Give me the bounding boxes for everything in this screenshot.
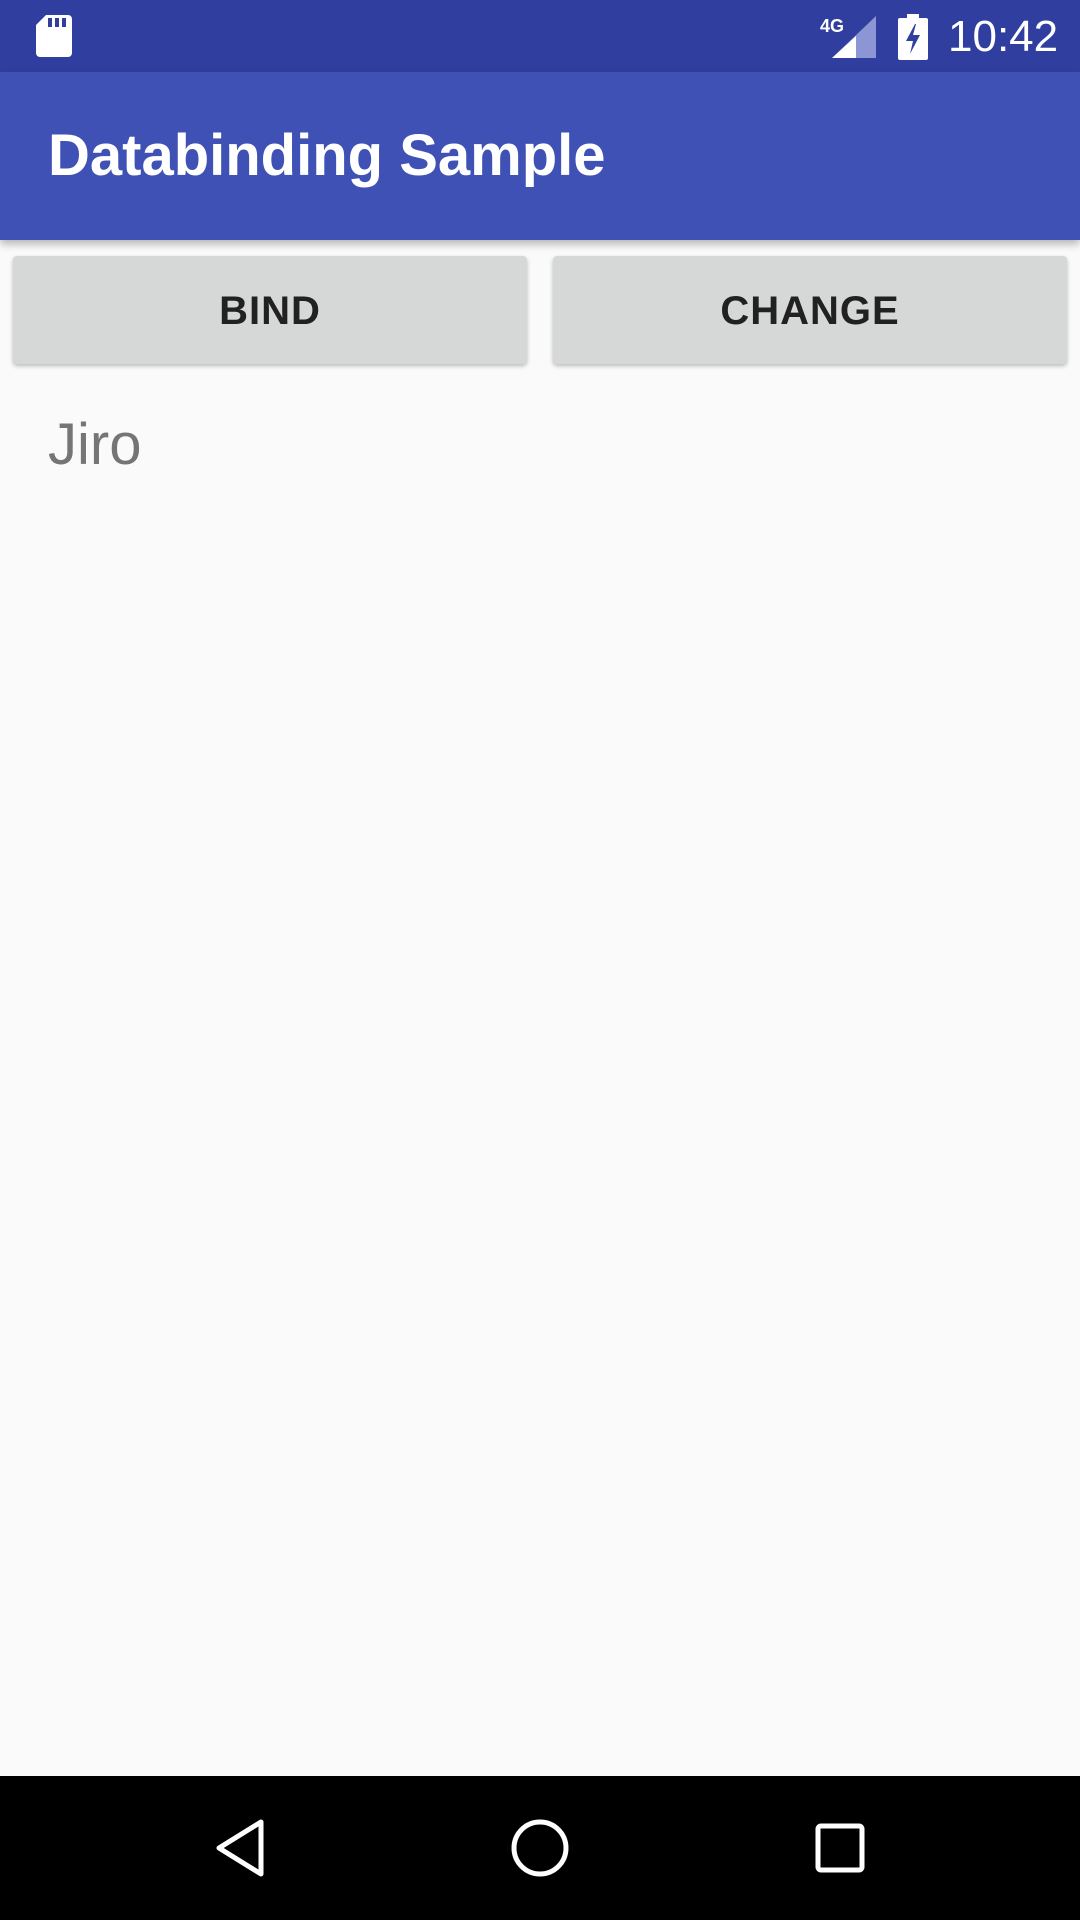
bind-button[interactable]: BIND: [13, 256, 527, 364]
status-bar: 4G 10:42: [0, 0, 1080, 72]
cellular-signal-icon: 4G: [820, 16, 876, 58]
name-text: Jiro: [48, 412, 142, 477]
app-bar: Databinding Sample: [0, 72, 1080, 240]
back-icon[interactable]: [205, 1812, 277, 1884]
sd-card-icon: [36, 15, 72, 57]
app-title: Databinding Sample: [48, 123, 606, 188]
network-type-label: 4G: [820, 16, 844, 36]
status-clock: 10:42: [948, 12, 1059, 61]
navigation-bar: [0, 1776, 1080, 1920]
screen: 4G 10:42 Databinding Sample BIND CHANGE …: [0, 0, 1080, 1920]
home-icon[interactable]: [504, 1812, 576, 1884]
main-content: BIND CHANGE Jiro: [0, 240, 1080, 1776]
recent-apps-icon[interactable]: [804, 1812, 876, 1884]
battery-charging-icon: [898, 14, 928, 60]
change-button[interactable]: CHANGE: [553, 256, 1067, 364]
